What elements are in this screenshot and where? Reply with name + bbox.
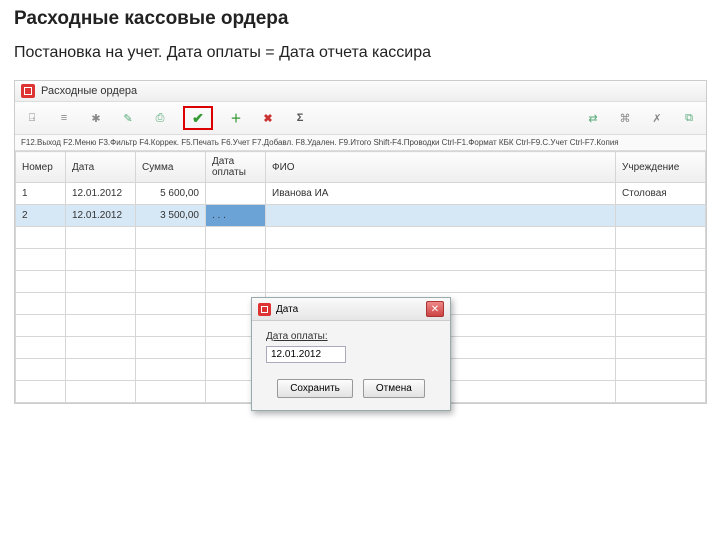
close-icon[interactable]: ✕: [426, 301, 444, 317]
page-title: Расходные кассовые ордера: [14, 8, 706, 30]
cell-date: 12.01.2012: [66, 205, 136, 227]
print-icon[interactable]: ⎙: [151, 109, 169, 127]
cell-number: 2: [16, 205, 66, 227]
filter-icon[interactable]: ✱: [87, 109, 105, 127]
cell-institution: [616, 205, 706, 227]
sum-icon[interactable]: Σ: [291, 109, 309, 127]
check-icon[interactable]: ✔: [189, 109, 207, 127]
account-button-highlight: ✔: [183, 106, 213, 130]
dialog-icon: [258, 303, 271, 316]
window-title: Расходные ордера: [41, 85, 137, 97]
cell-date: 12.01.2012: [66, 183, 136, 205]
format-icon[interactable]: ⌘: [616, 109, 634, 127]
dialog-body: Дата оплаты:: [252, 321, 450, 371]
remove-account-icon[interactable]: ✗: [648, 109, 666, 127]
cell-fio: [266, 205, 616, 227]
dialog-title: Дата: [276, 304, 298, 315]
cell-institution: Столовая: [616, 183, 706, 205]
cell-pay-date: [206, 183, 266, 205]
col-fio[interactable]: ФИО: [266, 152, 616, 183]
col-date[interactable]: Дата: [66, 152, 136, 183]
dialog-buttons: Сохранить Отмена: [252, 371, 450, 410]
add-icon[interactable]: ＋: [227, 109, 245, 127]
col-number[interactable]: Номер: [16, 152, 66, 183]
cell-number: 1: [16, 183, 66, 205]
copy-icon[interactable]: ⧉: [680, 109, 698, 127]
table-row: [16, 249, 706, 271]
pay-date-label: Дата оплаты:: [266, 331, 436, 342]
cell-fio: Иванова ИА: [266, 183, 616, 205]
table-row[interactable]: 1 12.01.2012 5 600,00 Иванова ИА Столова…: [16, 183, 706, 205]
menu-icon[interactable]: ≡: [55, 109, 73, 127]
col-institution[interactable]: Учреждение: [616, 152, 706, 183]
delete-icon[interactable]: ✖: [259, 109, 277, 127]
app-icon: [21, 84, 35, 98]
cell-pay-date[interactable]: . . .: [206, 205, 266, 227]
table-header-row: Номер Дата Сумма Дата оплаты ФИО Учрежде…: [16, 152, 706, 183]
table-row: [16, 271, 706, 293]
save-button[interactable]: Сохранить: [277, 379, 353, 398]
pay-date-input[interactable]: [266, 346, 346, 363]
col-sum[interactable]: Сумма: [136, 152, 206, 183]
cell-sum: 3 500,00: [136, 205, 206, 227]
toolbar: ⍈ ≡ ✱ ✎ ⎙ ✔ ＋ ✖ Σ ⇄ ⌘ ✗ ⧉: [15, 102, 706, 135]
exit-icon[interactable]: ⍈: [23, 109, 41, 127]
cancel-button[interactable]: Отмена: [363, 379, 425, 398]
edit-icon[interactable]: ✎: [119, 109, 137, 127]
table-row: [16, 227, 706, 249]
keyboard-hints: F12.Выход F2.Меню F3.Фильтр F4.Коррек. F…: [15, 135, 706, 151]
col-pay-date[interactable]: Дата оплаты: [206, 152, 266, 183]
cell-sum: 5 600,00: [136, 183, 206, 205]
window-titlebar: Расходные ордера: [15, 81, 706, 102]
page-subtitle: Постановка на учет. Дата оплаты = Дата о…: [14, 44, 706, 62]
table-row[interactable]: 2 12.01.2012 3 500,00 . . .: [16, 205, 706, 227]
postings-icon[interactable]: ⇄: [584, 109, 602, 127]
dialog-titlebar: Дата ✕: [252, 298, 450, 321]
date-dialog: Дата ✕ Дата оплаты: Сохранить Отмена: [251, 297, 451, 411]
